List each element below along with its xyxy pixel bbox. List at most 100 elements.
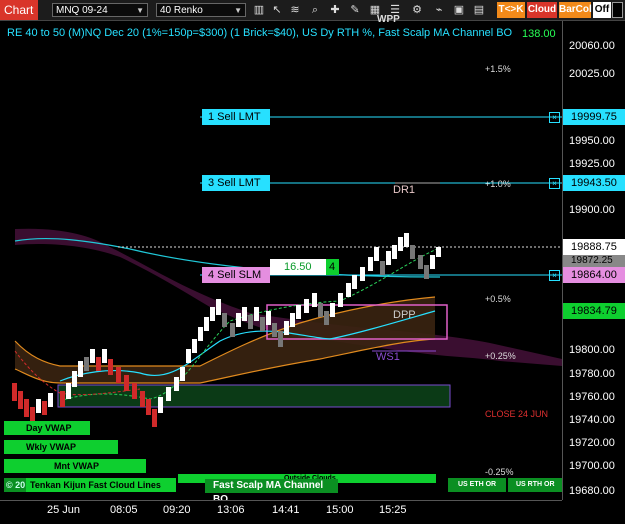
- brick: [72, 371, 77, 387]
- chart-trader-icon[interactable]: ▤: [472, 3, 486, 17]
- brick: [386, 251, 391, 265]
- brick: [248, 315, 253, 329]
- copyright-label: © 20: [4, 478, 26, 492]
- day-vwap-box: Day VWAP: [4, 421, 90, 435]
- brick: [374, 247, 379, 261]
- brick: [398, 237, 403, 251]
- brick: [236, 313, 241, 327]
- attach-icon[interactable]: ⌁: [432, 3, 446, 17]
- mnt-vwap-box: Mnt VWAP: [4, 459, 146, 473]
- bars-icon[interactable]: ▥: [252, 3, 266, 17]
- brick: [278, 331, 283, 347]
- brick: [346, 283, 351, 297]
- price-axis[interactable]: 20060.00 20025.00 19950.00 19925.00 1990…: [562, 21, 625, 500]
- brick: [410, 245, 415, 259]
- brick: [380, 261, 385, 275]
- crosshair-icon[interactable]: ✚: [328, 3, 342, 17]
- time-tick: 13:06: [217, 504, 245, 516]
- order-sell4[interactable]: 4 Sell SLM: [202, 267, 270, 283]
- zoom-icon[interactable]: ⌕: [308, 3, 322, 17]
- instrument-selector[interactable]: MNQ 09-24 ▼: [52, 3, 148, 17]
- brick: [180, 367, 185, 381]
- brick: [210, 307, 215, 321]
- price-tick: 19780.00: [569, 368, 615, 380]
- tenkan-kijun-box: Tenkan Kijun Fast Cloud Lines: [4, 478, 176, 492]
- order-sell3[interactable]: 3 Sell LMT: [202, 175, 270, 191]
- cloud-button[interactable]: Cloud: [527, 2, 557, 18]
- order-sell1[interactable]: 1 Sell LMT: [202, 109, 270, 125]
- chevron-down-icon: ▼: [136, 6, 144, 15]
- close-icon[interactable]: ×: [549, 270, 560, 281]
- price-tick: 19740.00: [569, 414, 615, 426]
- brick: [230, 323, 235, 337]
- position-qty[interactable]: 4: [326, 259, 339, 275]
- wpp-label: WPP: [377, 14, 400, 25]
- close-icon[interactable]: ×: [549, 112, 560, 123]
- pointer-icon[interactable]: ↖: [270, 3, 284, 17]
- brick: [260, 317, 265, 331]
- brick: [102, 349, 107, 363]
- chart-tab[interactable]: Chart: [0, 0, 38, 20]
- header-value: 138.00: [522, 28, 556, 40]
- brick: [338, 293, 343, 307]
- brick: [304, 299, 309, 313]
- data-box-icon[interactable]: ▣: [452, 3, 466, 17]
- time-tick: 14:41: [272, 504, 300, 516]
- brick: [368, 257, 373, 271]
- price-tick: 19720.00: [569, 437, 615, 449]
- brick: [418, 255, 423, 269]
- brick: [436, 247, 441, 257]
- barcol-button[interactable]: BarCol: [559, 2, 592, 18]
- brick: [352, 275, 357, 289]
- brick: [124, 375, 129, 391]
- brick: [90, 349, 95, 363]
- drawing-tool-icon[interactable]: ✎: [348, 3, 362, 17]
- brick: [140, 391, 145, 407]
- us-eth-or-box: US ETH OR: [448, 478, 506, 492]
- sell1-price-marker: 19999.75: [563, 109, 625, 125]
- opening-range-box: [57, 384, 451, 408]
- time-axis[interactable]: 25 Jun 08:05 09:20 13:06 14:41 15:00 15:…: [0, 500, 562, 524]
- price-tick: 19760.00: [569, 391, 615, 403]
- price-tick: 19800.00: [569, 344, 615, 356]
- fast-scalp-box: Fast Scalp MA Channel BO: [205, 479, 338, 505]
- pct-label-0-25: +0.25%: [485, 351, 516, 361]
- close-icon[interactable]: ×: [549, 178, 560, 189]
- brick: [284, 321, 289, 335]
- price-tick: 19900.00: [569, 204, 615, 216]
- ws1-label: WS1: [376, 351, 400, 363]
- pct-label-minus-0-25: -0.25%: [485, 467, 514, 477]
- brick: [152, 409, 157, 427]
- brick: [84, 357, 89, 371]
- chart-header: RE 40 to 50 (M)NQ Dec 20 (1%=150p=$300) …: [7, 27, 513, 39]
- instrument-value: MNQ 09-24: [56, 5, 108, 16]
- brick: [24, 399, 29, 417]
- strategies-icon[interactable]: ⚙: [410, 3, 424, 17]
- toggle-checkbox[interactable]: [612, 2, 623, 18]
- brick: [266, 311, 271, 325]
- brick: [48, 393, 53, 407]
- brick: [198, 327, 203, 341]
- bar-type-selector[interactable]: 40 Renko ▼: [156, 3, 246, 17]
- pnl-box[interactable]: 16.50: [270, 259, 326, 275]
- brick: [312, 293, 317, 307]
- chevron-down-icon: ▼: [234, 6, 242, 15]
- brick: [296, 305, 301, 319]
- price-tick: 20060.00: [569, 40, 615, 52]
- us-rth-or-box: US RTH OR: [508, 478, 562, 492]
- indicators-icon[interactable]: ≋: [288, 3, 302, 17]
- brick: [204, 317, 209, 331]
- brick: [12, 383, 17, 401]
- time-tick: 15:00: [326, 504, 354, 516]
- brick: [254, 307, 259, 321]
- off-button[interactable]: Off: [593, 2, 611, 18]
- bar-type-value: 40 Renko: [160, 5, 203, 16]
- brick: [360, 267, 365, 281]
- tk-button[interactable]: T<>K: [497, 2, 525, 18]
- brick: [18, 391, 23, 409]
- time-tick: 15:25: [379, 504, 407, 516]
- sell4-price-marker: 19864.00: [563, 267, 625, 283]
- dpp-label: DPP: [393, 309, 416, 321]
- price-tick: 19680.00: [569, 485, 615, 497]
- brick: [166, 387, 171, 401]
